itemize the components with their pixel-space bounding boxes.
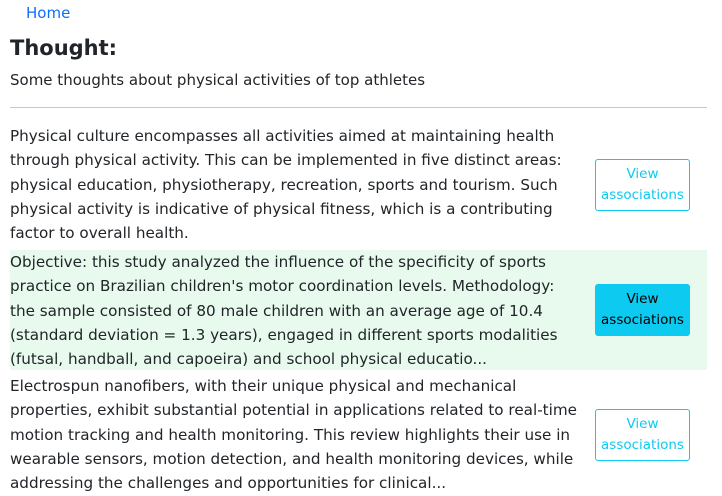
view-associations-label-line2: associations [601, 437, 684, 453]
view-associations-label-line1: View [626, 166, 659, 182]
view-associations-label-line2: associations [601, 187, 684, 203]
thought-item-text: Objective: this study analyzed the influ… [10, 253, 558, 369]
view-associations-label-line1: View [626, 416, 659, 432]
thought-item-text: Physical culture encompasses all activit… [10, 127, 562, 243]
view-associations-label-line1: View [626, 291, 659, 307]
thought-item-text: Electrospun nanofibers, with their uniqu… [10, 377, 577, 493]
thought-item-highlighted: Objective: this study analyzed the influ… [10, 250, 707, 370]
page-subtitle: Some thoughts about physical activities … [10, 71, 426, 89]
view-associations-label-line2: associations [601, 312, 684, 328]
page: Home Thought: Some thoughts about physic… [0, 0, 722, 496]
view-associations-button[interactable]: View associations [595, 159, 690, 211]
thought-item: Physical culture encompasses all activit… [10, 124, 707, 246]
divider [10, 107, 707, 108]
home-link[interactable]: Home [26, 4, 70, 22]
view-associations-button[interactable]: View associations [595, 284, 690, 336]
thought-item: Electrospun nanofibers, with their uniqu… [10, 374, 707, 496]
view-associations-button[interactable]: View associations [595, 409, 690, 461]
page-title: Thought: [10, 36, 118, 60]
